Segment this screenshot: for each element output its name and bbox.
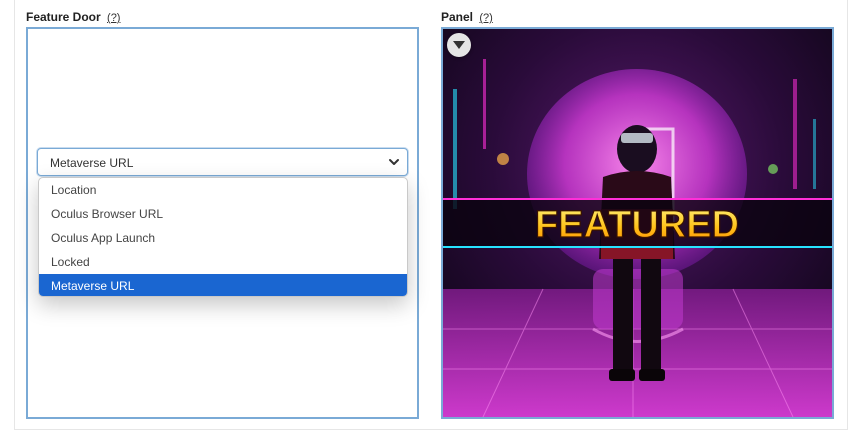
container-right-border [847,0,848,430]
panel-help-link[interactable]: (?) [479,12,492,24]
feature-door-label-text: Feature Door [26,10,101,24]
caret-down-icon [453,41,465,49]
page: Feature Door (?) Metaverse URL Location … [0,0,856,437]
feature-door-label: Feature Door (?) [26,10,120,24]
panel-label: Panel (?) [441,10,493,24]
feature-door-select[interactable]: Metaverse URL [37,148,408,176]
panel-banner-text: FEATURED [535,204,739,246]
panel-featured-image: FEATURED [443,29,832,417]
option-oculus-browser-url[interactable]: Oculus Browser URL [39,202,407,226]
feature-door-help-link[interactable]: (?) [107,12,120,24]
option-oculus-app-launch[interactable]: Oculus App Launch [39,226,407,250]
option-location[interactable]: Location [39,178,407,202]
option-metaverse-url[interactable]: Metaverse URL [39,274,407,296]
panel-label-text: Panel [441,10,474,24]
feature-door-select-value: Metaverse URL [50,156,134,170]
option-locked[interactable]: Locked [39,250,407,274]
chevron-down-icon [389,159,399,165]
container-bottom-border [14,429,848,430]
feature-door-dropdown: Location Oculus Browser URL Oculus App L… [38,177,408,297]
panel-menu-toggle[interactable] [447,33,471,57]
panel-image-box[interactable]: FEATURED [441,27,834,419]
container-left-border [14,0,15,430]
